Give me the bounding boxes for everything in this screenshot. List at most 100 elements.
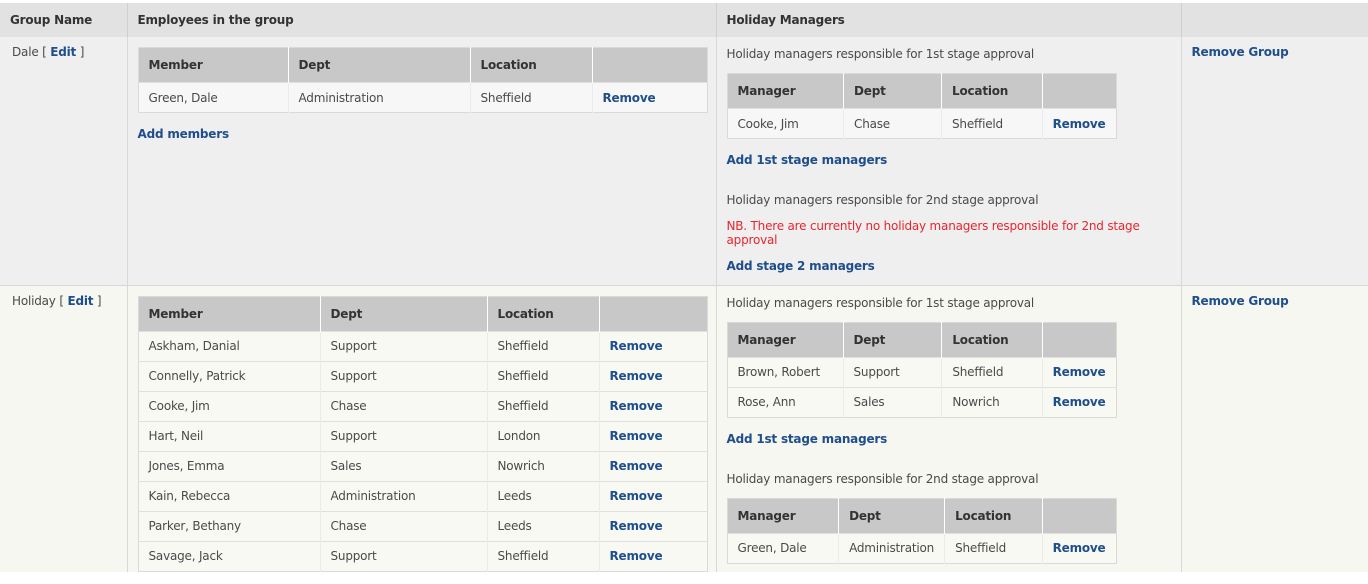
table-row: Parker, Bethany Chase Leeds Remove — [138, 510, 707, 541]
add-1st-stage-managers-link[interactable]: Add 1st stage managers — [727, 430, 1171, 448]
col-member: Member — [138, 296, 320, 331]
managers-cell: Holiday managers responsible for 1st sta… — [715, 37, 1181, 285]
member-location: Leeds — [486, 510, 599, 541]
stage1-managers-table: Manager Dept Location Brown, Robert Supp… — [726, 321, 1117, 418]
members-table: Member Dept Location Green, Dale Adminis… — [137, 47, 708, 113]
table-row: Savage, Jack Support Sheffield Remove — [138, 540, 707, 571]
remove-member-link[interactable]: Remove — [610, 369, 663, 383]
manager-location: Nowrich — [941, 386, 1043, 417]
edit-bracket-open: [ — [42, 45, 47, 59]
member-location: Sheffield — [486, 330, 599, 361]
col-dept: Dept — [319, 296, 487, 331]
header-actions — [1180, 3, 1368, 37]
member-dept: Administration — [319, 480, 487, 511]
table-row: Jones, Emma Sales Nowrich Remove — [138, 450, 707, 481]
add-members-link[interactable]: Add members — [138, 125, 706, 143]
col-location: Location — [469, 47, 592, 83]
member-name: Connelly, Patrick — [138, 360, 320, 391]
stage2-note: Holiday managers responsible for 2nd sta… — [726, 471, 1039, 486]
manager-location: Sheffield — [941, 356, 1043, 387]
add-1st-stage-managers-link[interactable]: Add 1st stage managers — [727, 151, 1171, 169]
manager-location: Sheffield — [941, 108, 1043, 139]
col-manager: Manager — [727, 322, 843, 357]
col-dept: Dept — [838, 498, 945, 533]
edit-group-link[interactable]: Edit — [50, 45, 76, 59]
remove-manager-link[interactable]: Remove — [1053, 117, 1106, 131]
add-stage-2-managers-link[interactable]: Add stage 2 managers — [727, 257, 1171, 275]
member-location: Sheffield — [469, 82, 592, 113]
manager-name: Rose, Ann — [727, 386, 843, 417]
col-dept: Dept — [843, 73, 942, 109]
col-action — [591, 47, 707, 83]
manager-name: Cooke, Jim — [727, 108, 844, 139]
remove-manager-link[interactable]: Remove — [1053, 365, 1106, 379]
col-manager: Manager — [727, 73, 844, 109]
remove-member-link[interactable]: Remove — [610, 399, 663, 413]
stage2-note: Holiday managers responsible for 2nd sta… — [726, 193, 1039, 207]
col-dept: Dept — [287, 47, 470, 83]
member-name: Jones, Emma — [138, 450, 320, 481]
group-row-holiday: Holiday [ Edit ] Member Dept Location As… — [0, 284, 1368, 572]
group-actions-cell: Remove Group — [1180, 37, 1368, 285]
member-dept: Chase — [319, 390, 487, 421]
edit-group-link[interactable]: Edit — [67, 294, 93, 308]
member-location: Sheffield — [486, 390, 599, 421]
col-location: Location — [486, 296, 599, 331]
member-location: Nowrich — [486, 450, 599, 481]
member-dept: Support — [319, 420, 487, 451]
col-action — [598, 296, 707, 331]
member-location: Leeds — [486, 480, 599, 511]
member-dept: Administration — [287, 82, 470, 113]
table-row: Askham, Danial Support Sheffield Remove — [138, 330, 707, 361]
member-location: Sheffield — [486, 360, 599, 391]
member-dept: Support — [319, 360, 487, 391]
remove-manager-link[interactable]: Remove — [1053, 541, 1106, 555]
table-row: Brown, Robert Support Sheffield Remove — [727, 356, 1116, 387]
table-row: Cooke, Jim Chase Sheffield Remove — [727, 108, 1116, 139]
remove-member-link[interactable]: Remove — [610, 429, 663, 443]
member-name: Parker, Bethany — [138, 510, 320, 541]
remove-group-link[interactable]: Remove Group — [1192, 45, 1289, 59]
col-location: Location — [941, 73, 1043, 109]
col-manager: Manager — [727, 498, 839, 533]
member-dept: Sales — [319, 450, 487, 481]
remove-member-link[interactable]: Remove — [603, 91, 656, 105]
table-row: Hart, Neil Support London Remove — [138, 420, 707, 451]
manager-location: Sheffield — [944, 532, 1043, 563]
header-employees: Employees in the group — [126, 3, 716, 37]
remove-member-link[interactable]: Remove — [610, 549, 663, 563]
manager-name: Brown, Robert — [727, 356, 843, 387]
edit-bracket-open: [ — [59, 293, 64, 308]
remove-member-link[interactable]: Remove — [610, 489, 663, 503]
member-location: London — [486, 420, 599, 451]
table-row: Rose, Ann Sales Nowrich Remove — [727, 386, 1116, 417]
member-dept: Chase — [319, 510, 487, 541]
remove-member-link[interactable]: Remove — [610, 339, 663, 353]
manager-dept: Sales — [842, 386, 942, 417]
col-member: Member — [138, 47, 288, 83]
stage1-managers-table: Manager Dept Location Cooke, Jim Chase S… — [726, 73, 1117, 139]
member-name: Hart, Neil — [138, 420, 320, 451]
header-group-name: Group Name — [0, 3, 127, 37]
col-location: Location — [944, 498, 1043, 533]
member-dept: Support — [319, 540, 487, 571]
members-cell: Member Dept Location Green, Dale Adminis… — [126, 37, 716, 285]
remove-member-link[interactable]: Remove — [610, 519, 663, 533]
group-name: Holiday — [12, 293, 56, 308]
manager-name: Green, Dale — [727, 532, 839, 563]
member-name: Savage, Jack — [138, 540, 320, 571]
managers-cell: Holiday managers responsible for 1st sta… — [715, 284, 1181, 572]
manager-dept: Administration — [838, 532, 945, 563]
remove-member-link[interactable]: Remove — [610, 459, 663, 473]
stage2-managers-table: Manager Dept Location Green, Dale Admini… — [726, 497, 1117, 564]
group-row-dale: Dale [ Edit ] Member Dept Location Green… — [0, 37, 1368, 285]
remove-manager-link[interactable]: Remove — [1053, 395, 1106, 409]
col-action — [1041, 498, 1116, 533]
manager-dept: Support — [842, 356, 942, 387]
remove-group-link[interactable]: Remove Group — [1192, 294, 1289, 308]
member-name: Cooke, Jim — [138, 390, 320, 421]
members-cell: Member Dept Location Askham, Danial Supp… — [126, 284, 716, 572]
edit-bracket-close: ] — [96, 293, 102, 308]
group-actions-cell: Remove Group — [1180, 284, 1368, 572]
groups-table: Group Name Employees in the group Holida… — [0, 3, 1368, 572]
